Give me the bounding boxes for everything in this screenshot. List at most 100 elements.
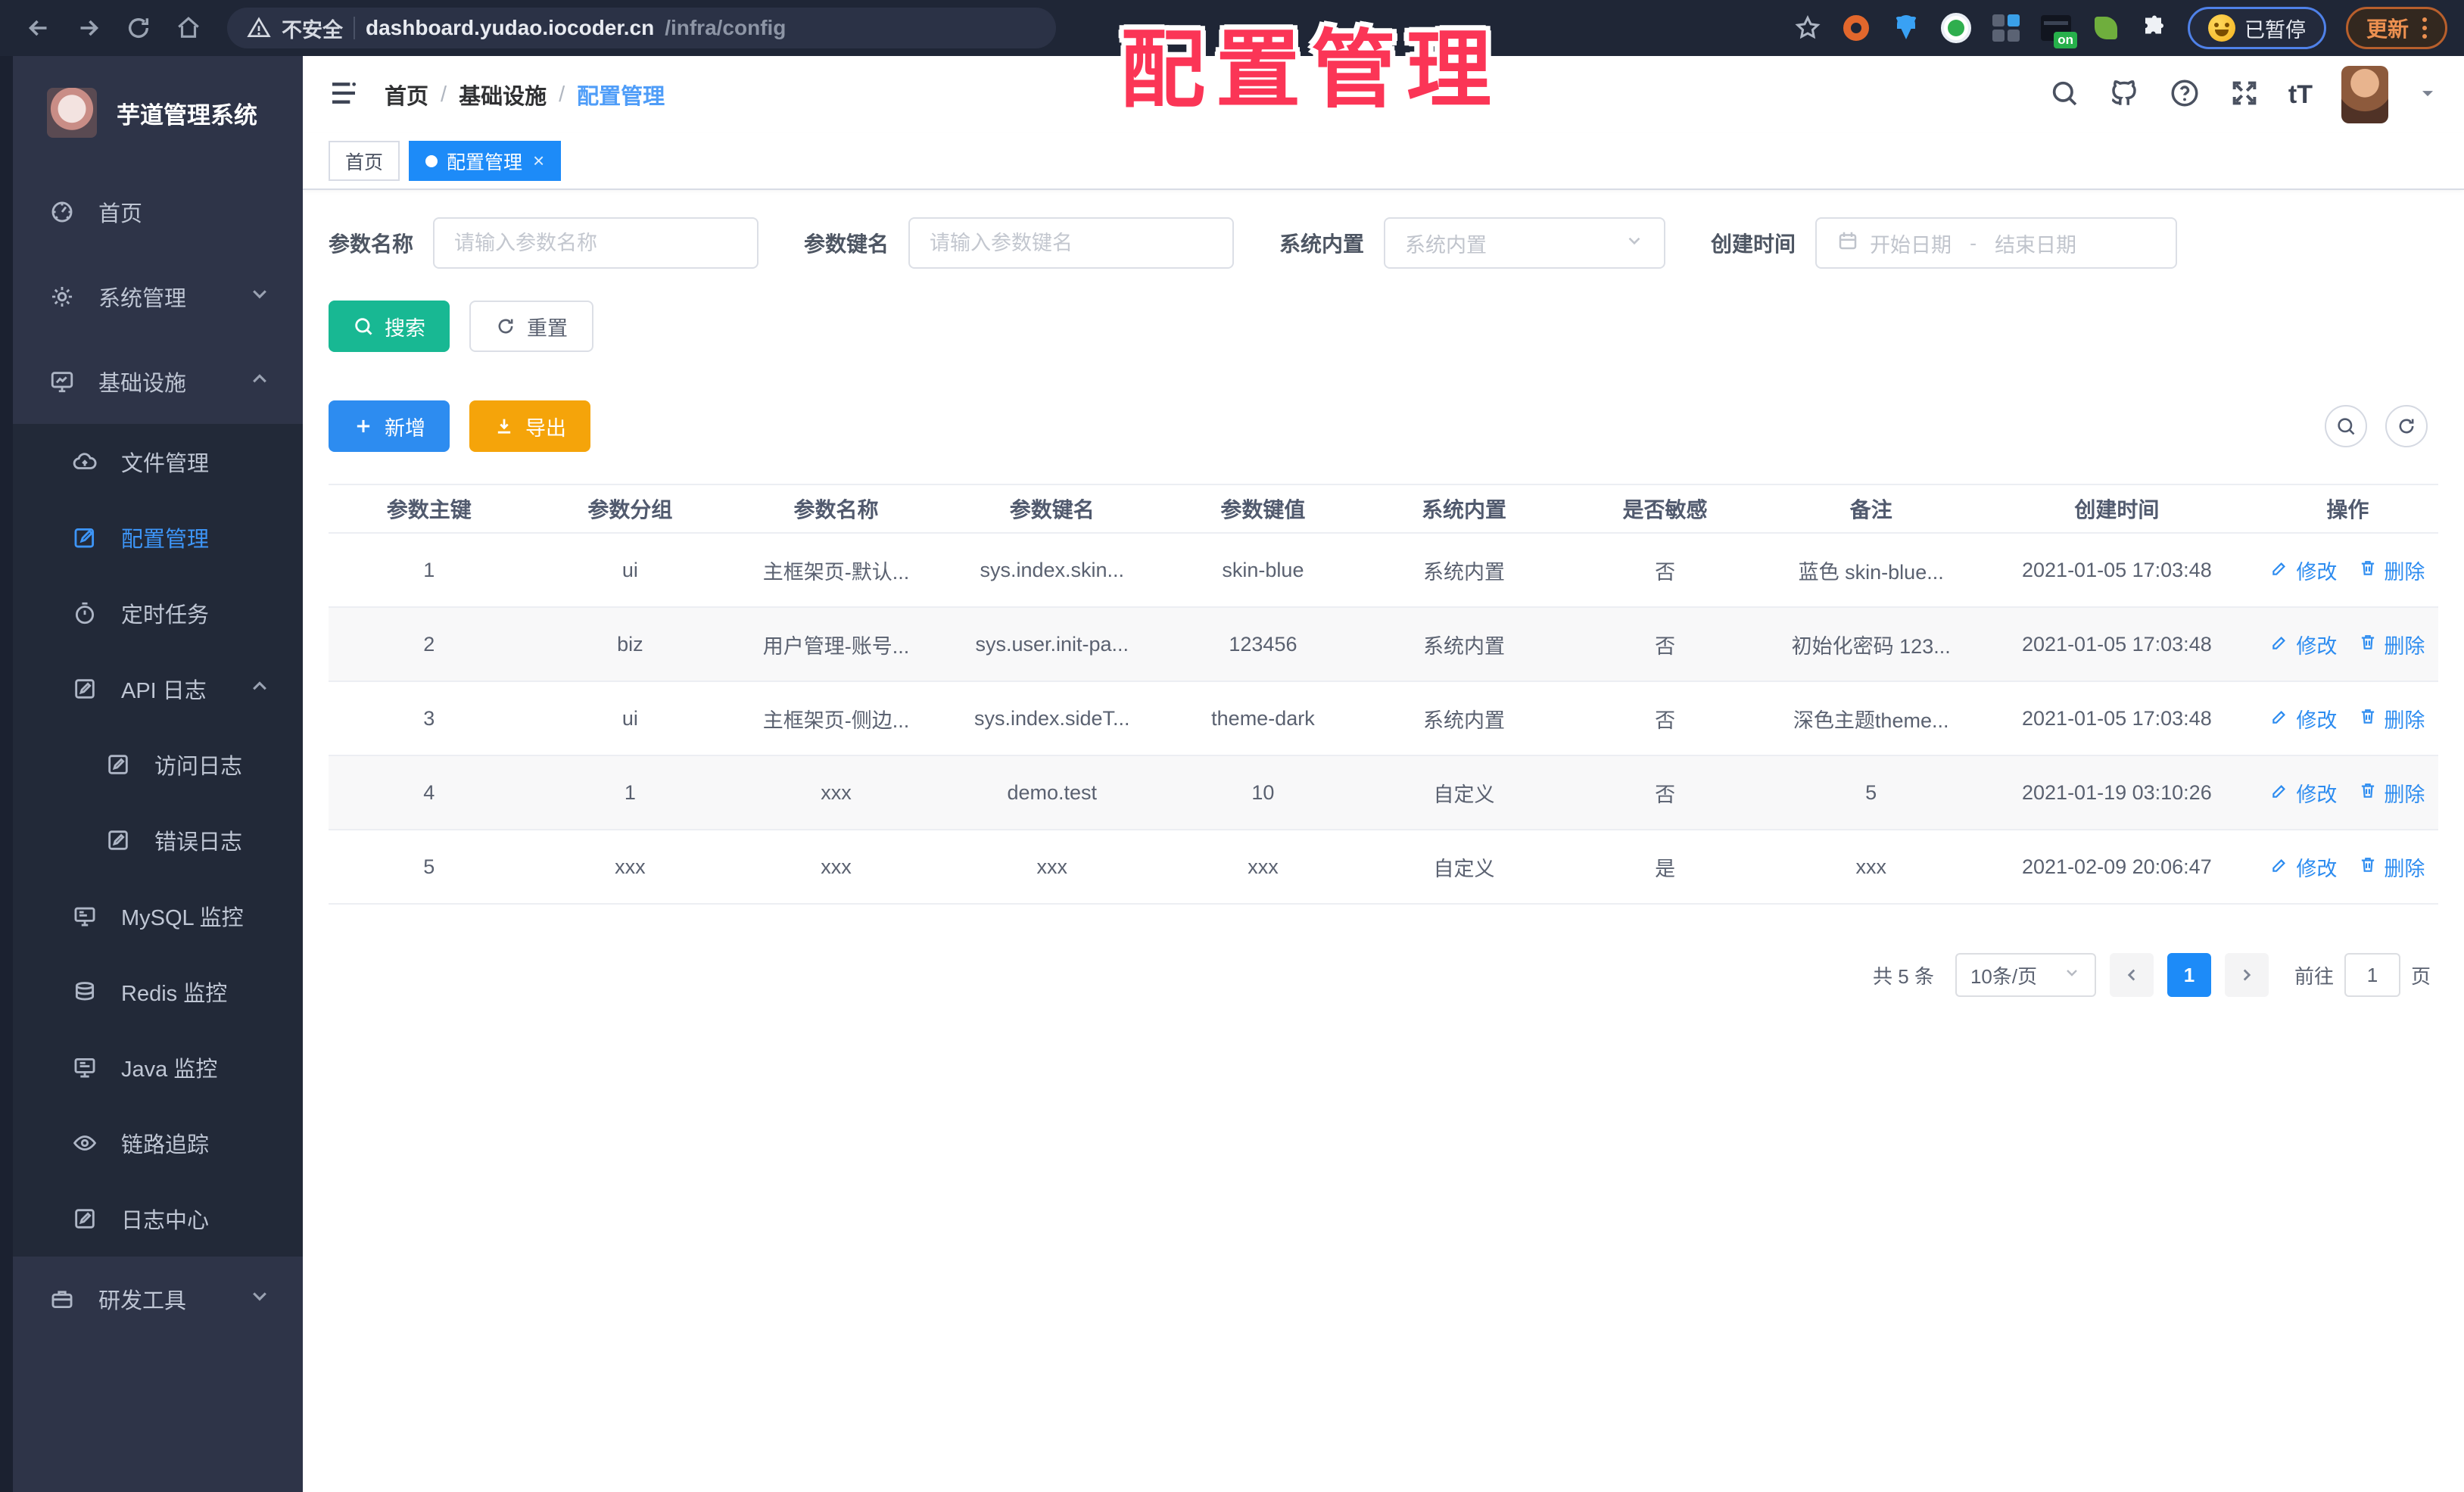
toggle-search-button[interactable] — [2325, 405, 2367, 447]
trash-icon — [2358, 558, 2378, 583]
extension-donut-icon[interactable] — [1841, 13, 1871, 43]
add-button[interactable]: 新增 — [329, 400, 450, 452]
edit-link[interactable]: 修改 — [2270, 852, 2337, 882]
delete-link[interactable]: 删除 — [2358, 778, 2425, 808]
table-cell: 否 — [1655, 709, 1676, 732]
sidebar-item-9[interactable]: MySQL 监控 — [0, 878, 303, 954]
sidebar-item-5[interactable]: 定时任务 — [0, 575, 303, 651]
sidebar-item-7[interactable]: 访问日志 — [0, 727, 303, 802]
sidebar-item-6[interactable]: API 日志 — [0, 651, 303, 727]
sidebar-item-10[interactable]: Redis 监控 — [0, 954, 303, 1029]
reset-button[interactable]: 重置 — [469, 301, 593, 352]
fullscreen-icon[interactable] — [2229, 78, 2260, 112]
page-number-button[interactable]: 1 — [2167, 953, 2211, 997]
sidebar-item-14[interactable]: 研发工具 — [0, 1257, 303, 1341]
paused-profile-button[interactable]: 已暂停 — [2187, 7, 2326, 49]
tag-label: 配置管理 — [447, 151, 523, 173]
browser-forward-icon[interactable] — [67, 6, 111, 50]
system-type-select[interactable]: 系统内置 — [1384, 217, 1666, 269]
column-header: 系统内置 — [1421, 498, 1506, 522]
extension-on-badge-icon[interactable]: on — [2040, 13, 2077, 48]
export-button[interactable]: 导出 — [469, 400, 590, 452]
refresh-table-button[interactable] — [2385, 405, 2428, 447]
extension-green-circle-icon[interactable] — [1940, 13, 1971, 43]
view-tag[interactable]: 配置管理 × — [409, 141, 562, 181]
user-avatar[interactable] — [2341, 66, 2388, 123]
edit-link[interactable]: 修改 — [2270, 778, 2337, 808]
view-tag[interactable]: 首页 — [329, 141, 400, 181]
next-page-button[interactable] — [2224, 953, 2269, 997]
extension-leaf-icon[interactable] — [2091, 13, 2121, 43]
sidebar-item-0[interactable]: 首页 — [0, 170, 303, 254]
breadcrumb-item[interactable]: 基础设施 — [459, 79, 547, 111]
table-cell: 2 — [423, 632, 435, 656]
filter-date-label: 创建时间 — [1711, 232, 1796, 256]
delete-link[interactable]: 删除 — [2358, 704, 2425, 734]
github-icon[interactable] — [2108, 77, 2140, 113]
browser-reload-icon[interactable] — [117, 6, 160, 50]
param-key-input[interactable] — [930, 231, 1213, 255]
table-cell: 初始化密码 123... — [1791, 634, 1951, 658]
table-cell: 自定义 — [1433, 857, 1495, 880]
edit-link[interactable]: 修改 — [2270, 630, 2337, 659]
search-button[interactable]: 搜索 — [329, 301, 450, 352]
browser-update-button[interactable]: 更新 — [2345, 7, 2447, 49]
sidebar-item-2[interactable]: 基础设施 — [0, 339, 303, 424]
edit-link[interactable]: 修改 — [2270, 556, 2337, 585]
param-name-input[interactable] — [454, 231, 738, 255]
search-icon[interactable] — [2049, 78, 2079, 112]
edit-link[interactable]: 修改 — [2270, 704, 2337, 734]
timer-icon — [70, 600, 100, 626]
extension-pin-icon[interactable] — [1891, 13, 1921, 43]
url-path: /infra/config — [665, 16, 787, 39]
gear-icon — [47, 284, 77, 310]
app-logo[interactable]: 芋道管理系统 — [0, 56, 303, 170]
table-cell: ui — [621, 558, 638, 581]
sidebar-item-12[interactable]: 链路追踪 — [0, 1105, 303, 1181]
extension-puzzle-icon[interactable] — [2141, 14, 2168, 42]
table-cell: theme-dark — [1211, 706, 1315, 730]
sidebar-item-8[interactable]: 错误日志 — [0, 802, 303, 878]
goto-page-input[interactable] — [2344, 953, 2400, 997]
table-cell: biz — [617, 632, 643, 656]
date-start-placeholder: 开始日期 — [1870, 233, 1952, 257]
pagination-total: 共 5 条 — [1873, 964, 1934, 988]
sidebar-item-1[interactable]: 系统管理 — [0, 254, 303, 339]
table-cell: 否 — [1655, 634, 1676, 658]
table-actions-cell: 修改 删除 — [2257, 704, 2438, 734]
trash-icon — [2358, 780, 2378, 805]
table-cell: 系统内置 — [1423, 634, 1505, 658]
menu-fold-icon[interactable] — [329, 78, 359, 112]
goto-page-label: 页 — [2410, 964, 2431, 988]
column-header: 创建时间 — [2074, 498, 2160, 522]
address-bar[interactable]: 不安全 dashboard.yudao.iocoder.cn/infra/con… — [227, 8, 1056, 48]
cloud-icon — [70, 449, 100, 475]
close-icon[interactable]: × — [533, 149, 544, 173]
active-dot-icon — [425, 154, 438, 167]
date-range-picker[interactable]: 开始日期 - 结束日期 — [1815, 217, 2178, 269]
browser-back-icon[interactable] — [17, 6, 61, 50]
prev-page-button[interactable] — [2109, 953, 2154, 997]
user-caret-down-icon[interactable] — [2417, 83, 2438, 107]
delete-link[interactable]: 删除 — [2358, 852, 2425, 882]
page-size-select[interactable]: 10条/页 — [1955, 953, 2096, 997]
table-cell: ui — [621, 706, 638, 730]
calendar-icon — [1836, 229, 1859, 257]
browser-home-icon[interactable] — [167, 6, 210, 50]
table-cell: 4 — [423, 780, 435, 804]
sidebar-item-label: 错误日志 — [154, 830, 243, 855]
logo-image — [47, 88, 97, 138]
sidebar: 芋道管理系统 首页 系统管理 基础设施 文件管理 配置管理 定时任务 API 日志 访问日志错… — [0, 56, 303, 1492]
font-size-icon[interactable]: tT — [2288, 80, 2313, 110]
delete-link[interactable]: 删除 — [2358, 556, 2425, 585]
sidebar-item-11[interactable]: Java 监控 — [0, 1029, 303, 1105]
help-icon[interactable] — [2169, 77, 2201, 113]
sidebar-item-3[interactable]: 文件管理 — [0, 424, 303, 500]
extension-grid-icon[interactable] — [1991, 13, 2021, 43]
sidebar-item-13[interactable]: 日志中心 — [0, 1181, 303, 1257]
breadcrumb-item[interactable]: 首页 — [385, 79, 428, 111]
bookmark-star-icon[interactable] — [1794, 14, 1821, 42]
sidebar-item-4[interactable]: 配置管理 — [0, 500, 303, 575]
browser-menu-icon[interactable] — [2422, 17, 2427, 39]
delete-link[interactable]: 删除 — [2358, 630, 2425, 659]
